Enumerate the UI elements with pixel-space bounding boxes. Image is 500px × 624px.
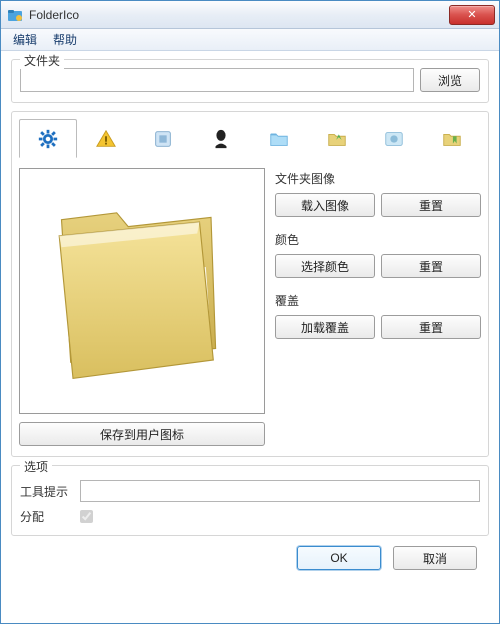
tabs-container: 文件夹图像 载入图像 重置 颜色 选择颜色 重置 覆盖 加载覆盖 重置 bbox=[11, 111, 489, 457]
folder-group: 文件夹 浏览 bbox=[11, 59, 489, 103]
tab-warning[interactable] bbox=[77, 119, 135, 158]
tab-browser[interactable] bbox=[366, 119, 424, 158]
tab-folder-green-arrow[interactable] bbox=[308, 119, 366, 158]
tab-square[interactable] bbox=[135, 119, 193, 158]
folder-path-input[interactable] bbox=[20, 68, 414, 92]
cancel-button[interactable]: 取消 bbox=[393, 546, 477, 570]
assign-label: 分配 bbox=[20, 508, 72, 525]
choose-color-button[interactable]: 选择颜色 bbox=[275, 254, 375, 278]
reset-image-button[interactable]: 重置 bbox=[381, 193, 481, 217]
reset-overlay-button[interactable]: 重置 bbox=[381, 315, 481, 339]
gear-icon bbox=[37, 128, 59, 150]
warning-icon bbox=[95, 128, 117, 150]
options-group: 选项 工具提示 分配 bbox=[11, 465, 489, 536]
controls-column: 文件夹图像 载入图像 重置 颜色 选择颜色 重置 覆盖 加载覆盖 重置 bbox=[275, 168, 481, 414]
folder-preview-image bbox=[27, 176, 257, 406]
tab-gear[interactable] bbox=[19, 119, 77, 158]
bookmark-icon bbox=[441, 128, 463, 150]
close-icon: ✕ bbox=[467, 8, 476, 21]
silhouette-icon bbox=[210, 128, 232, 150]
color-section-label: 颜色 bbox=[275, 231, 481, 248]
folder-group-label: 文件夹 bbox=[20, 52, 64, 69]
folder-blue-icon bbox=[268, 128, 290, 150]
folder-preview bbox=[19, 168, 265, 414]
menu-edit[interactable]: 编辑 bbox=[5, 29, 45, 50]
menu-help[interactable]: 帮助 bbox=[45, 29, 85, 50]
client-area: 文件夹 浏览 bbox=[1, 51, 499, 580]
options-label: 选项 bbox=[20, 458, 52, 475]
titlebar: FolderIco ✕ bbox=[1, 1, 499, 29]
folder-green-arrow-icon bbox=[326, 128, 348, 150]
app-window: FolderIco ✕ 编辑 帮助 文件夹 浏览 bbox=[0, 0, 500, 624]
ok-button[interactable]: OK bbox=[297, 546, 381, 570]
tab-silhouette[interactable] bbox=[192, 119, 250, 158]
window-title: FolderIco bbox=[29, 8, 449, 22]
tooltip-input[interactable] bbox=[80, 480, 480, 502]
browser-icon bbox=[383, 128, 405, 150]
load-image-button[interactable]: 载入图像 bbox=[275, 193, 375, 217]
tab-bookmark[interactable] bbox=[423, 119, 481, 158]
reset-color-button[interactable]: 重置 bbox=[381, 254, 481, 278]
tabstrip bbox=[19, 118, 481, 158]
close-button[interactable]: ✕ bbox=[449, 5, 495, 25]
assign-checkbox[interactable] bbox=[80, 510, 93, 523]
footer-bar: OK 取消 bbox=[11, 536, 489, 570]
tooltip-label: 工具提示 bbox=[20, 483, 72, 500]
square-icon bbox=[152, 128, 174, 150]
app-icon bbox=[7, 7, 23, 23]
image-section-label: 文件夹图像 bbox=[275, 170, 481, 187]
overlay-section-label: 覆盖 bbox=[275, 292, 481, 309]
tab-folder-blue[interactable] bbox=[250, 119, 308, 158]
load-overlay-button[interactable]: 加载覆盖 bbox=[275, 315, 375, 339]
menubar: 编辑 帮助 bbox=[1, 29, 499, 51]
save-user-icon-button[interactable]: 保存到用户图标 bbox=[19, 422, 265, 446]
browse-button[interactable]: 浏览 bbox=[420, 68, 480, 92]
tab-body: 文件夹图像 载入图像 重置 颜色 选择颜色 重置 覆盖 加载覆盖 重置 bbox=[19, 158, 481, 414]
